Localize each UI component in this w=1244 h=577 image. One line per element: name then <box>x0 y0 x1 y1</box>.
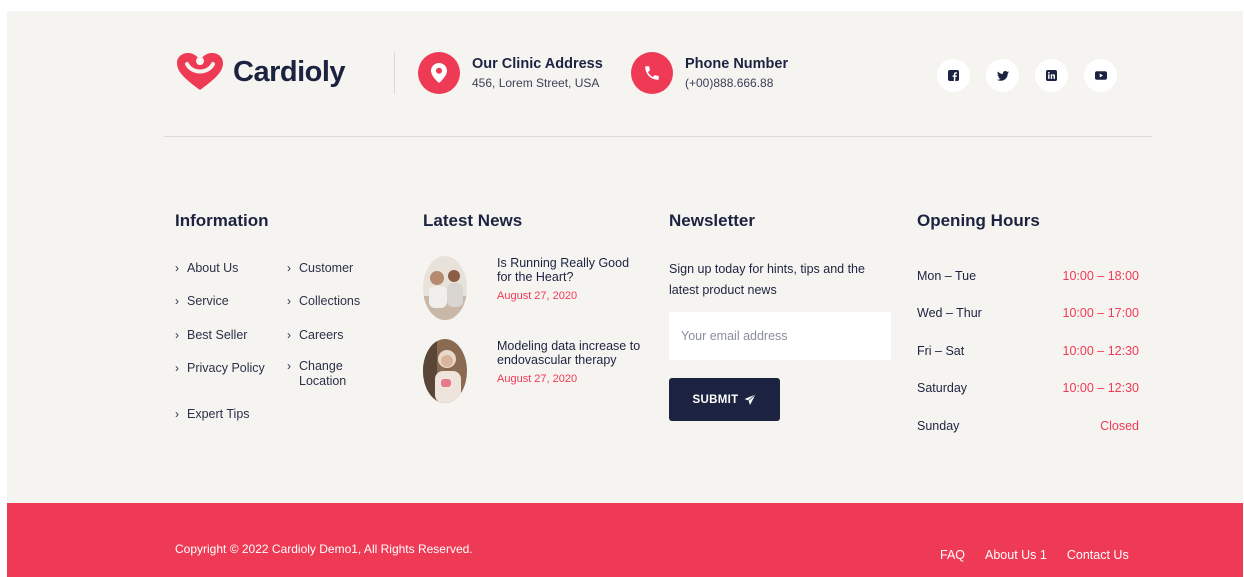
info-link-customer[interactable]: › Customer <box>287 261 353 276</box>
news-date: August 27, 2020 <box>497 372 578 385</box>
link-label: Best Seller <box>187 328 248 342</box>
hours-time: 10:00 – 12:30 <box>1062 381 1139 395</box>
chevron-right-icon: › <box>175 261 179 275</box>
info-link-about-us[interactable]: › About Us <box>175 261 238 276</box>
information-title: Information <box>175 211 269 230</box>
link-label: About Us <box>187 261 239 275</box>
link-label: Customer <box>299 261 354 275</box>
news-date: August 27, 2020 <box>497 289 578 302</box>
hours-time: 10:00 – 18:00 <box>1062 269 1139 283</box>
bottom-links: FAQ About Us 1 Contact Us <box>940 548 1129 562</box>
facebook-icon[interactable] <box>937 59 970 92</box>
link-label: Expert Tips <box>187 407 250 421</box>
newsletter-description: Sign up today for hints, tips and the la… <box>669 262 865 297</box>
twitter-icon[interactable] <box>986 59 1019 92</box>
info-link-change-location[interactable]: › Change Location <box>287 359 346 389</box>
hours-day: Wed – Thur <box>917 306 982 320</box>
link-label: Collections <box>299 294 361 308</box>
info-link-best-seller[interactable]: › Best Seller <box>175 328 247 343</box>
youtube-icon[interactable] <box>1084 59 1117 92</box>
news-title[interactable]: Modeling data increase to endovascular t… <box>497 339 642 368</box>
hours-day: Fri – Sat <box>917 344 965 358</box>
clinic-address: Our Clinic Address 456, Lorem Street, US… <box>418 52 603 94</box>
chevron-right-icon: › <box>175 328 179 342</box>
social-links <box>937 59 1117 92</box>
hours-day: Sunday <box>917 419 960 433</box>
hours-row: Fri – Sat 10:00 – 12:30 <box>917 344 1139 358</box>
opening-hours-title: Opening Hours <box>917 211 1040 230</box>
link-label: Change Location <box>299 359 347 388</box>
phone-title: Phone Number <box>685 56 789 72</box>
hours-closed: Closed <box>1100 419 1139 433</box>
chevron-right-icon: › <box>175 407 179 421</box>
hours-row: Wed – Thur 10:00 – 17:00 <box>917 306 1139 320</box>
news-thumbnail[interactable] <box>423 256 467 320</box>
news-item[interactable]: Modeling data increase to endovascular t… <box>423 339 642 403</box>
phone-icon <box>631 52 673 94</box>
latest-news-title: Latest News <box>423 211 523 230</box>
hours-time: 10:00 – 17:00 <box>1062 306 1139 320</box>
heart-logo-icon <box>177 53 223 90</box>
news-title[interactable]: Is Running Really Good for the Heart? <box>497 256 642 285</box>
address-value: 456, Lorem Street, USA <box>472 76 600 90</box>
footer-link-faq[interactable]: FAQ <box>940 548 965 562</box>
copyright-text: Copyright © 2022 Cardioly Demo1, All Rig… <box>175 542 473 556</box>
info-link-service[interactable]: › Service <box>175 294 229 309</box>
link-label: Privacy Policy <box>187 361 265 375</box>
address-title: Our Clinic Address <box>472 56 603 72</box>
submit-label: SUBMIT <box>692 393 739 406</box>
info-link-expert-tips[interactable]: › Expert Tips <box>175 407 250 422</box>
submit-button[interactable]: SUBMIT <box>669 378 780 421</box>
map-pin-icon <box>418 52 460 94</box>
chevron-right-icon: › <box>175 361 179 375</box>
info-link-careers[interactable]: › Careers <box>287 328 343 343</box>
chevron-right-icon: › <box>175 294 179 308</box>
email-input[interactable] <box>669 312 891 360</box>
hours-day: Saturday <box>917 381 968 395</box>
linkedin-icon[interactable] <box>1035 59 1068 92</box>
info-link-collections[interactable]: › Collections <box>287 294 360 309</box>
hours-row: Saturday 10:00 – 12:30 <box>917 381 1139 395</box>
footer-bottom-bar <box>7 503 1243 577</box>
phone-number: Phone Number (+00)888.666.88 <box>631 52 788 94</box>
link-label: Service <box>187 294 229 308</box>
hours-row: Mon – Tue 10:00 – 18:00 <box>917 269 1139 283</box>
hours-day: Mon – Tue <box>917 269 977 283</box>
info-link-privacy-policy[interactable]: › Privacy Policy <box>175 361 265 376</box>
hours-time: 10:00 – 12:30 <box>1062 344 1139 358</box>
vertical-divider <box>394 52 395 94</box>
chevron-right-icon: › <box>287 294 291 308</box>
link-label: Careers <box>299 328 344 342</box>
brand-logo[interactable]: Cardioly <box>175 52 346 92</box>
footer-link-about-us-1[interactable]: About Us 1 <box>985 548 1047 562</box>
footer-link-contact-us[interactable]: Contact Us <box>1067 548 1129 562</box>
chevron-right-icon: › <box>287 328 291 342</box>
news-item[interactable]: Is Running Really Good for the Heart? Au… <box>423 256 642 320</box>
brand-name: Cardioly <box>233 55 346 88</box>
news-thumbnail[interactable] <box>423 339 467 403</box>
newsletter-title: Newsletter <box>669 211 755 230</box>
phone-value[interactable]: (+00)888.666.88 <box>685 76 788 90</box>
chevron-right-icon: › <box>287 359 291 373</box>
send-icon <box>744 393 757 405</box>
hours-row: Sunday Closed <box>917 419 1139 433</box>
horizontal-divider <box>164 136 1152 137</box>
chevron-right-icon: › <box>287 261 291 275</box>
